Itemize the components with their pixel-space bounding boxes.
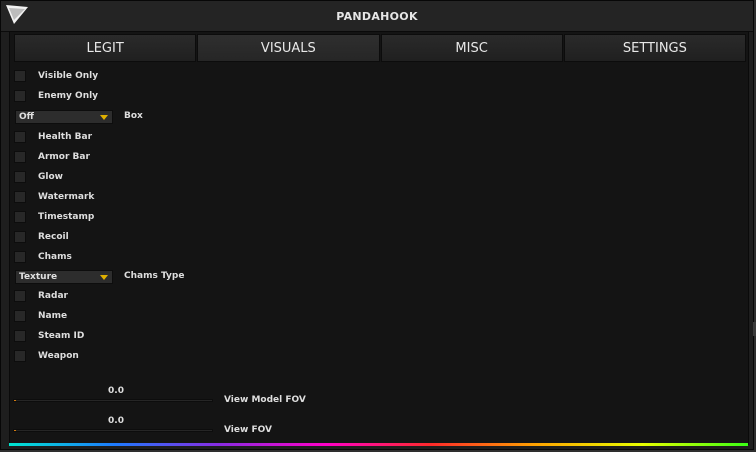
view-fov-fill	[14, 430, 16, 431]
radar-option[interactable]: Radar	[14, 289, 68, 303]
recoil-label: Recoil	[38, 232, 69, 242]
chams-checkbox[interactable]	[14, 251, 26, 263]
chams-label: Chams	[38, 252, 72, 262]
enemy-only-checkbox[interactable]	[14, 90, 26, 102]
name-option[interactable]: Name	[14, 309, 67, 323]
view-fov-slider[interactable]	[13, 429, 213, 432]
weapon-checkbox[interactable]	[14, 350, 26, 362]
view-model-fov-label: View Model FOV	[224, 395, 306, 405]
health-bar-option[interactable]: Health Bar	[14, 130, 92, 144]
health-bar-checkbox[interactable]	[14, 131, 26, 143]
radar-label: Radar	[38, 291, 68, 301]
view-model-fov-value: 0.0	[108, 386, 124, 396]
timestamp-label: Timestamp	[38, 212, 95, 222]
box-dropdown-label: Box	[124, 111, 143, 121]
cheat-menu-window: PANDAHOOK LEGIT VISUALS MISC SETTINGS Vi…	[0, 0, 754, 450]
armor-bar-checkbox[interactable]	[14, 151, 26, 163]
glow-label: Glow	[38, 172, 63, 182]
weapon-option[interactable]: Weapon	[14, 349, 79, 363]
glow-option[interactable]: Glow	[14, 170, 63, 184]
name-checkbox[interactable]	[14, 310, 26, 322]
chams-type-dropdown-value: Texture	[19, 272, 58, 282]
watermark-option[interactable]: Watermark	[14, 190, 94, 204]
armor-bar-option[interactable]: Armor Bar	[14, 150, 90, 164]
visible-only-option[interactable]: Visible Only	[14, 69, 98, 83]
steam-id-option[interactable]: Steam ID	[14, 329, 84, 343]
box-dropdown-value: Off	[19, 112, 34, 122]
rainbow-accent-bar	[9, 443, 748, 446]
visible-only-checkbox[interactable]	[14, 70, 26, 82]
visible-only-label: Visible Only	[38, 71, 99, 81]
timestamp-checkbox[interactable]	[14, 211, 26, 223]
box-dropdown[interactable]: Off	[15, 110, 113, 124]
weapon-label: Weapon	[38, 351, 79, 361]
steam-id-checkbox[interactable]	[14, 330, 26, 342]
window-title: PANDAHOOK	[336, 10, 418, 23]
tab-visuals[interactable]: VISUALS	[197, 34, 380, 62]
title-bar[interactable]: PANDAHOOK	[1, 1, 753, 32]
dropdown-arrow-icon	[100, 115, 108, 120]
recoil-checkbox[interactable]	[14, 231, 26, 243]
chams-type-label: Chams Type	[124, 271, 185, 281]
tab-settings[interactable]: SETTINGS	[563, 34, 746, 62]
tab-bar: LEGIT VISUALS MISC SETTINGS	[14, 34, 746, 62]
content-panel: LEGIT VISUALS MISC SETTINGS Visible Only…	[9, 31, 749, 445]
view-model-fov-slider[interactable]	[13, 399, 213, 402]
armor-bar-label: Armor Bar	[38, 152, 90, 162]
steam-id-label: Steam ID	[38, 331, 85, 341]
radar-checkbox[interactable]	[14, 290, 26, 302]
glow-checkbox[interactable]	[14, 171, 26, 183]
recoil-option[interactable]: Recoil	[14, 230, 69, 244]
view-fov-value: 0.0	[108, 416, 124, 426]
view-fov-label: View FOV	[224, 425, 272, 435]
tab-misc[interactable]: MISC	[380, 34, 563, 62]
enemy-only-option[interactable]: Enemy Only	[14, 89, 98, 103]
health-bar-label: Health Bar	[38, 132, 93, 142]
watermark-checkbox[interactable]	[14, 191, 26, 203]
tab-legit[interactable]: LEGIT	[14, 34, 197, 62]
view-model-fov-fill	[14, 400, 16, 401]
chams-option[interactable]: Chams	[14, 250, 72, 264]
chams-type-dropdown[interactable]: Texture	[15, 270, 113, 284]
timestamp-option[interactable]: Timestamp	[14, 210, 94, 224]
name-label: Name	[38, 311, 68, 321]
dropdown-arrow-icon	[100, 275, 108, 280]
watermark-label: Watermark	[38, 192, 95, 202]
enemy-only-label: Enemy Only	[38, 91, 99, 101]
